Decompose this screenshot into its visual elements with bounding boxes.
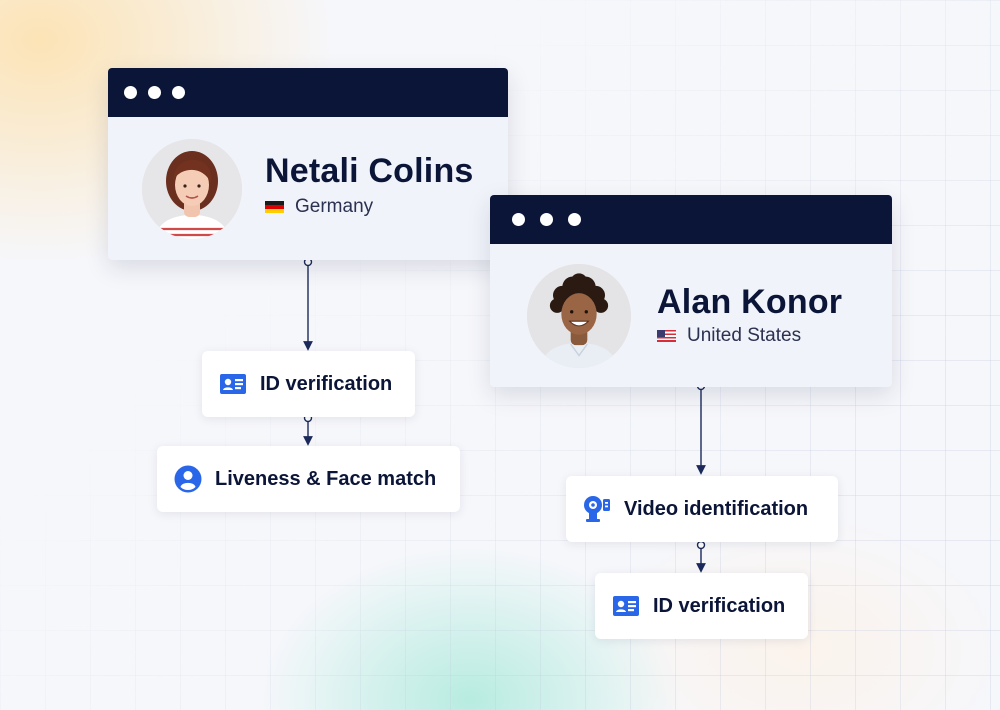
- window-dot-icon: [124, 86, 137, 99]
- video-camera-icon: [582, 494, 612, 524]
- window-titlebar: [108, 68, 508, 117]
- avatar-alan: [527, 264, 631, 368]
- window-titlebar: [490, 195, 892, 244]
- country-label: United States: [687, 325, 802, 346]
- connector-id-to-liveness: [303, 413, 313, 446]
- connector-video-to-id: [696, 540, 706, 573]
- profile-country: Germany: [265, 196, 373, 218]
- flag-usa-icon: [657, 330, 676, 342]
- flag-germany-icon: [265, 201, 284, 213]
- connector-alan-to-video: [696, 381, 706, 475]
- step-id-verification[interactable]: ID verification: [595, 573, 808, 639]
- window-dot-icon: [148, 86, 161, 99]
- window-dot-icon: [512, 213, 525, 226]
- person-circle-icon: [173, 464, 203, 494]
- avatar-netali: [142, 139, 242, 239]
- profile-window-alan: Alan Konor United States: [490, 195, 892, 387]
- connector-netali-to-id: [303, 257, 313, 351]
- step-label: ID verification: [260, 372, 393, 395]
- window-dot-icon: [172, 86, 185, 99]
- step-video-identification[interactable]: Video identification: [566, 476, 838, 542]
- id-card-icon: [218, 369, 248, 399]
- window-dot-icon: [540, 213, 553, 226]
- window-dot-icon: [568, 213, 581, 226]
- profile-name: Alan Konor: [657, 283, 843, 321]
- id-card-icon: [611, 591, 641, 621]
- step-id-verification[interactable]: ID verification: [202, 351, 415, 417]
- step-liveness-face-match[interactable]: Liveness & Face match: [157, 446, 460, 512]
- country-label: Germany: [295, 196, 374, 217]
- step-label: Liveness & Face match: [215, 467, 437, 490]
- profile-country: United States: [657, 325, 801, 347]
- step-label: Video identification: [624, 497, 809, 520]
- step-label: ID verification: [653, 594, 786, 617]
- profile-window-netali: Netali Colins Germany: [108, 68, 508, 260]
- profile-name: Netali Colins: [265, 152, 474, 190]
